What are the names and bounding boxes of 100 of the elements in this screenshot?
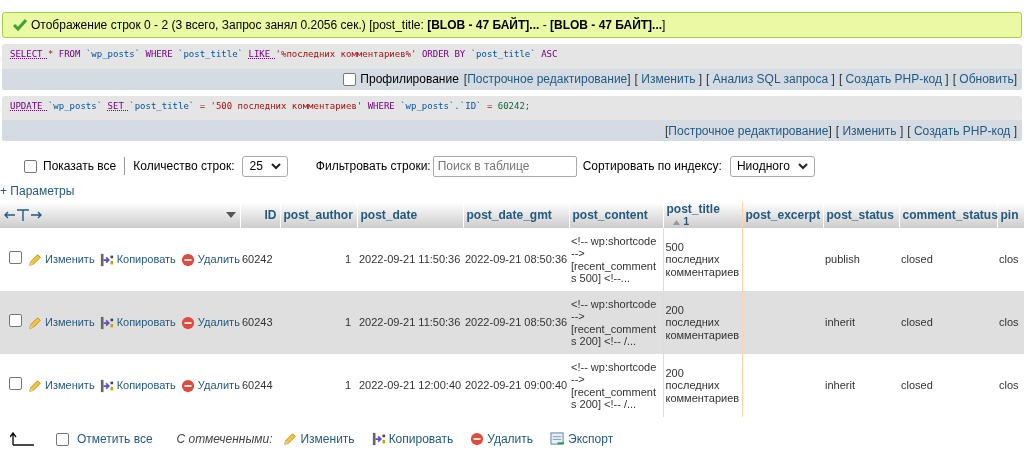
profiling-checkbox[interactable] (343, 72, 357, 86)
bracket-text: ] (627, 71, 631, 88)
bracket-text: [ (634, 71, 639, 88)
column-header[interactable]: pin (997, 202, 1024, 228)
delete-link[interactable]: Удалить (180, 251, 240, 268)
copy-icon (99, 315, 114, 330)
bracket-text: ] (1013, 71, 1017, 88)
check-all-checkbox[interactable] (56, 432, 69, 446)
table-cell: closed (901, 379, 933, 392)
query-link[interactable]: Анализ SQL запроса (712, 70, 829, 88)
row-checkbox[interactable] (9, 376, 22, 390)
bracket-text: [ (665, 122, 669, 140)
column-header[interactable]: post_author (280, 202, 357, 228)
table-cell: 2022-09-21 12:00:40 (359, 379, 462, 392)
table-cell: 2022-09-21 08:50:36 (465, 253, 568, 266)
checkmark-icon (13, 19, 27, 31)
delete-link[interactable]: Удалить (180, 314, 240, 331)
delete-icon (180, 252, 195, 267)
delete-icon (180, 315, 195, 330)
column-header[interactable]: comment_status (899, 202, 997, 228)
query-link[interactable]: Обновить (959, 70, 1014, 88)
bracket-text: [ (463, 71, 468, 88)
table-cell: 200 последних комментариев (665, 366, 740, 404)
query-link[interactable]: Создать PHP-код (913, 121, 1011, 140)
table-cell: <!-- wp:shortcode --> [recent_comments 200] <!-- /... (571, 297, 657, 347)
table-cell: <!-- wp:shortcode --> [recent_comments 500] <!--... (571, 234, 657, 284)
export-icon (550, 432, 566, 446)
column-header[interactable]: post_excerpt (742, 202, 823, 228)
delete-link[interactable]: Удалить (180, 377, 240, 394)
bracket-text: [ (706, 71, 711, 88)
table-cell: 1 (344, 379, 351, 392)
bracket-text: ] (944, 71, 949, 88)
copy-link[interactable]: Копировать (99, 251, 176, 268)
bracket-text: [ (952, 71, 957, 88)
with-selected-label: С отмеченными: (176, 431, 273, 448)
rows-count-label: Количество строк: (133, 158, 235, 175)
sort-ascending-icon (672, 219, 680, 225)
sql-query: SELECT * FROM `wp_posts` WHERE `post_title` LIKE '%последних комментариев%' ORDER BY `post_title` ASC (9, 48, 559, 61)
table-cell: clos (999, 379, 1019, 392)
parameters-link[interactable]: + Параметры (0, 182, 75, 200)
profiling-label: Профилирование (360, 71, 459, 88)
sort-index-label: Сортировать по индексу: (582, 158, 722, 175)
edit-link[interactable]: Изменить (28, 314, 95, 331)
delete-icon (470, 432, 485, 446)
show-all-checkbox[interactable] (24, 159, 37, 173)
table-cell: 2022-09-21 08:50:36 (465, 316, 568, 329)
copy-link[interactable]: Копировать (99, 314, 176, 331)
bracket-text: ] (697, 71, 703, 88)
column-header[interactable]: ID (240, 202, 280, 228)
bracket-text: ] (898, 122, 904, 140)
delete-link[interactable]: Удалить (470, 430, 534, 448)
table-cell: <!-- wp:shortcode --> [recent_comments 200] <!-- /... (571, 360, 657, 410)
column-header[interactable]: post_status (823, 202, 899, 228)
check-all-link[interactable]: Отметить все (77, 430, 153, 448)
delete-icon (180, 378, 195, 393)
table-cell: 1 (344, 253, 351, 266)
table-cell: 60242 (242, 253, 273, 266)
sort-index-select[interactable]: Ниодного (729, 155, 815, 177)
table-cell: 2022-09-21 11:50:36 (359, 253, 461, 266)
table-cell: 60244 (242, 379, 273, 392)
edit-link[interactable]: Изменить (28, 377, 95, 394)
show-all-label: Показать все (43, 158, 117, 175)
copy-icon (371, 432, 386, 446)
bracket-text: [ (907, 122, 912, 140)
table-cell: publish (825, 253, 860, 266)
row-checkbox[interactable] (9, 250, 22, 264)
chevron-icon (270, 162, 281, 170)
copy-icon (99, 378, 114, 393)
table-cell: clos (999, 253, 1019, 266)
pencil-icon (283, 432, 298, 446)
copy-link[interactable]: Копировать (371, 430, 454, 448)
column-header[interactable]: post_title 1 (663, 202, 742, 228)
edit-link[interactable]: Изменить (28, 251, 95, 268)
pencil-icon (28, 252, 42, 267)
export-link[interactable]: Экспорт (550, 430, 614, 448)
query-link[interactable]: Изменить (842, 121, 897, 140)
column-header[interactable]: post_date_gmt (463, 202, 569, 228)
filter-input[interactable]: Поиск в таблице (432, 155, 577, 177)
column-arrows-icon[interactable] (4, 208, 42, 222)
bracket-text: ] (1012, 122, 1017, 140)
column-header[interactable]: post_content (569, 202, 663, 228)
table-cell: closed (901, 253, 933, 266)
rows-count-select[interactable]: 25 (242, 155, 288, 177)
pencil-icon (28, 378, 42, 393)
query-link[interactable]: Изменить (641, 70, 696, 88)
table-cell: clos (999, 316, 1019, 329)
arrow-up-left-icon (10, 432, 34, 446)
edit-link[interactable]: Изменить (283, 430, 355, 448)
copy-icon (99, 252, 114, 267)
table-cell: 200 последних комментариев (665, 303, 740, 341)
query-link[interactable]: Создать PHP-код (845, 70, 942, 88)
copy-link[interactable]: Копировать (99, 377, 176, 394)
dropdown-triangle-icon[interactable] (225, 212, 236, 218)
row-checkbox[interactable] (9, 313, 22, 327)
table-cell: inherit (825, 379, 855, 392)
bracket-text: ] (828, 122, 832, 140)
column-header[interactable]: post_date (357, 202, 463, 228)
filter-label: Фильтровать строки: (315, 158, 431, 175)
table-cell: 500 последних комментариев (665, 240, 740, 278)
sql-query: UPDATE `wp_posts` SET `post_title` = '500 последних комментариев' WHERE `wp_posts`.`ID` = 60242; (9, 99, 532, 113)
